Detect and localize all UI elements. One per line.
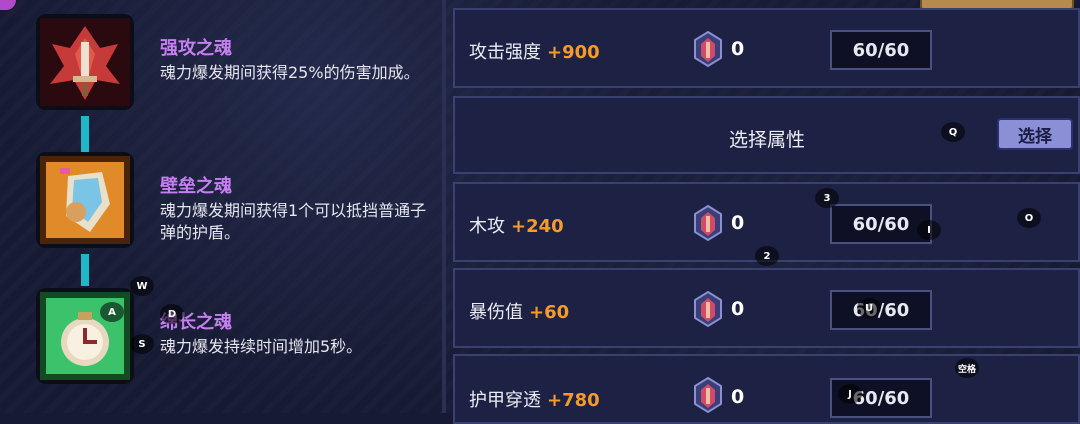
barrier-soul-icon bbox=[36, 152, 134, 248]
select-button[interactable]: 选择 bbox=[997, 118, 1073, 150]
attribute-row[interactable]: 木攻 +240 0 60/60 3 2 I O bbox=[453, 182, 1080, 266]
select-attribute-label: 选择属性 bbox=[729, 129, 806, 151]
key-hint-a: A bbox=[100, 302, 124, 322]
soul-connector bbox=[81, 254, 89, 286]
attribute-bonus: +240 bbox=[511, 216, 564, 237]
attribute-label: 攻击强度 +900 bbox=[469, 42, 600, 63]
panel-divider bbox=[442, 0, 446, 413]
soul-gem-icon bbox=[694, 376, 722, 414]
attribute-label: 暴伤值 +60 bbox=[469, 302, 570, 323]
key-hint-d: D bbox=[160, 304, 184, 324]
key-hint-w: W bbox=[130, 276, 154, 296]
gem-count: 0 bbox=[731, 298, 745, 320]
key-hint-2: 2 bbox=[755, 246, 779, 266]
soul-item-longevity[interactable]: 绵长之魂 魂力爆发持续时间增加5秒。 bbox=[36, 288, 436, 388]
gem-count: 0 bbox=[731, 212, 745, 234]
soul-item-barrier[interactable]: 壁垒之魂 魂力爆发期间获得1个可以抵挡普通子弹的护盾。 bbox=[36, 152, 436, 252]
key-hint-u: U bbox=[857, 298, 881, 318]
key-hint-space: 空格 bbox=[955, 358, 979, 378]
soul-gem-icon bbox=[694, 30, 722, 68]
key-hint-q: Q bbox=[941, 122, 965, 142]
soul-description: 魂力爆发期间获得1个可以抵挡普通子弹的护盾。 bbox=[160, 201, 427, 242]
attribute-value: 60/60 bbox=[830, 290, 932, 330]
attribute-value: 60/60 bbox=[830, 204, 932, 244]
attribute-label: 护甲穿透 +780 bbox=[469, 390, 600, 411]
key-hint-i: I bbox=[917, 220, 941, 240]
attribute-value: 60/60 bbox=[830, 30, 932, 70]
longevity-soul-icon bbox=[36, 288, 134, 384]
attribute-row[interactable]: 暴伤值 +60 0 60/60 U bbox=[453, 268, 1080, 348]
attribute-row[interactable]: 护甲穿透 +780 0 60/60 空格 J bbox=[453, 354, 1080, 424]
key-hint-o: O bbox=[1017, 208, 1041, 228]
gem-count: 0 bbox=[731, 386, 745, 408]
soul-gem-icon bbox=[694, 290, 722, 328]
strength-soul-icon bbox=[36, 14, 134, 110]
soul-item-strength[interactable]: 强攻之魂 魂力爆发期间获得25%的伤害加成。 bbox=[36, 14, 436, 114]
soul-title: 壁垒之魂 bbox=[160, 176, 232, 197]
soul-connector bbox=[81, 116, 89, 152]
gem-count: 0 bbox=[731, 38, 745, 60]
soul-description: 魂力爆发持续时间增加5秒。 bbox=[160, 337, 363, 356]
attribute-bonus: +900 bbox=[547, 42, 600, 63]
key-hint-3: 3 bbox=[815, 188, 839, 208]
key-hint-s: S bbox=[130, 334, 154, 354]
attribute-bonus: +780 bbox=[547, 390, 600, 411]
attribute-row[interactable]: 攻击强度 +900 0 60/60 bbox=[453, 8, 1080, 88]
key-hint-j: J bbox=[838, 384, 862, 404]
select-attribute-row: 选择属性 Q 选择 bbox=[453, 96, 1080, 174]
soul-gem-icon bbox=[694, 204, 722, 242]
attribute-bonus: +60 bbox=[529, 302, 570, 323]
soul-title: 强攻之魂 bbox=[160, 38, 232, 59]
attribute-label: 木攻 +240 bbox=[469, 216, 564, 237]
soul-description: 魂力爆发期间获得25%的伤害加成。 bbox=[160, 63, 420, 82]
